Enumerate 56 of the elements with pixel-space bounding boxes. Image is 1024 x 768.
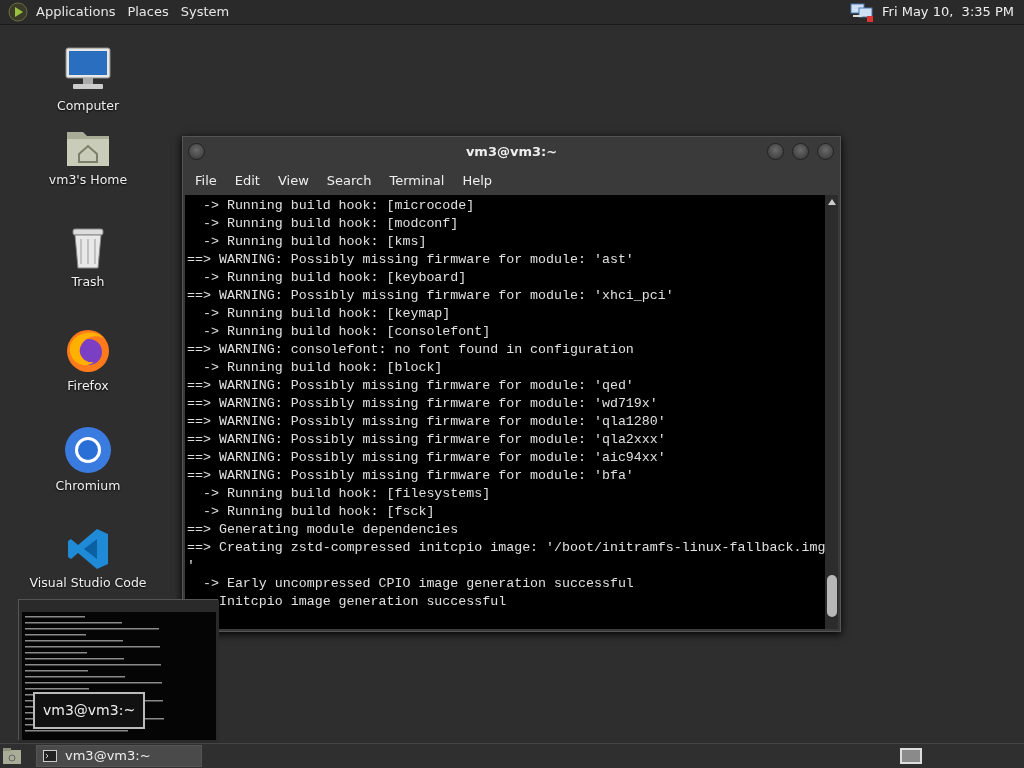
icon-label[interactable]: Visual Studio Code [29,575,147,590]
maximize-button[interactable] [792,143,809,160]
show-desktop-icon[interactable] [2,747,22,765]
network-icon[interactable] [850,2,875,22]
menu-item[interactable]: Help [454,171,501,191]
menu-item[interactable]: Search [318,171,380,191]
terminal-line: -> Running build hook: [consolefont] [201,323,492,341]
terminal-line: ' [187,557,196,575]
terminal-line: ==> WARNING: consolefont: no font found in configuration [187,341,635,359]
code-editor-icon[interactable] [66,527,110,571]
terminal-line: -> Running build hook: [filesystems] [201,485,492,503]
icon-label[interactable]: Computer [56,98,120,113]
icon-label[interactable]: vm3's Home [48,172,128,187]
icon-label[interactable]: Trash [71,274,105,289]
minimize-button[interactable] [767,143,784,160]
terminal-line: ==> WARNING: Possibly missing firmware for module: 'qed' [187,377,635,395]
terminal-line: ==> Creating zstd-compressed initcpio image: '/boot/initramfs-linux-fallback.img [187,539,826,557]
window-tooltip: vm3@vm3:~ [33,692,146,729]
terminal-line: ==> WARNING: Possibly missing firmware for module: 'aic94xx' [187,449,667,467]
scrollbar[interactable] [825,195,838,629]
terminal-line: -> Running build hook: [block] [201,359,444,377]
clock[interactable]: Fri May 10, 3:35 PM [882,2,1014,22]
scroll-up-icon[interactable] [827,199,836,205]
menu-item[interactable]: Terminal [381,171,453,191]
browser-icon[interactable] [64,426,112,474]
taskbar-button[interactable]: vm3@vm3:~ [36,745,202,767]
terminal-icon [43,750,57,762]
workspace-switcher[interactable] [900,748,922,764]
terminal-line: ==> WARNING: Possibly missing firmware for module: 'xhci_pci' [187,287,675,305]
terminal-line: -> Running build hook: [keymap] [201,305,452,323]
panel-menu[interactable]: System [174,2,236,22]
terminal-line: -> Running build hook: [kms] [201,233,428,251]
terminal-line: -> Running build hook: [microcode] [201,197,476,215]
terminal-line: Initcpio image generation successful [217,593,508,611]
menu-item[interactable]: Edit [226,171,268,191]
terminal-line: ==> Generating module dependencies [187,521,460,539]
icon-label[interactable]: Chromium [55,478,121,493]
terminal-line: ==> WARNING: Possibly missing firmware for module: 'qla1280' [187,413,667,431]
terminal-line: ==> WARNING: Possibly missing firmware for module: 'wd719x' [187,395,659,413]
terminal-line: ==> WARNING: Possibly missing firmware for module: 'ast' [187,251,635,269]
app-menu-icon[interactable] [8,2,28,22]
panel-menu[interactable]: Places [121,2,175,22]
menu-item[interactable]: View [269,171,317,191]
terminal-line: -> Running build hook: [fsck] [201,503,436,521]
window-title: vm3@vm3:~ [465,143,558,162]
icon-label[interactable]: Firefox [67,378,109,393]
terminal-line: -> Running build hook: [modconf] [201,215,460,233]
terminal-line: ==> WARNING: Possibly missing firmware for module: 'bfa' [187,467,635,485]
scrollbar-thumb[interactable] [826,575,837,617]
menu-item[interactable]: File [187,171,225,191]
terminal-line: -> Running build hook: [keyboard] [201,269,468,287]
window-menu-button[interactable] [188,143,205,160]
terminal-line: -> Early uncompressed CPIO image generation successful [201,575,635,593]
close-button[interactable] [817,143,834,160]
terminal-line: ==> WARNING: Possibly missing firmware for module: 'qla2xxx' [187,431,667,449]
panel-menu[interactable]: Applications [30,2,122,22]
